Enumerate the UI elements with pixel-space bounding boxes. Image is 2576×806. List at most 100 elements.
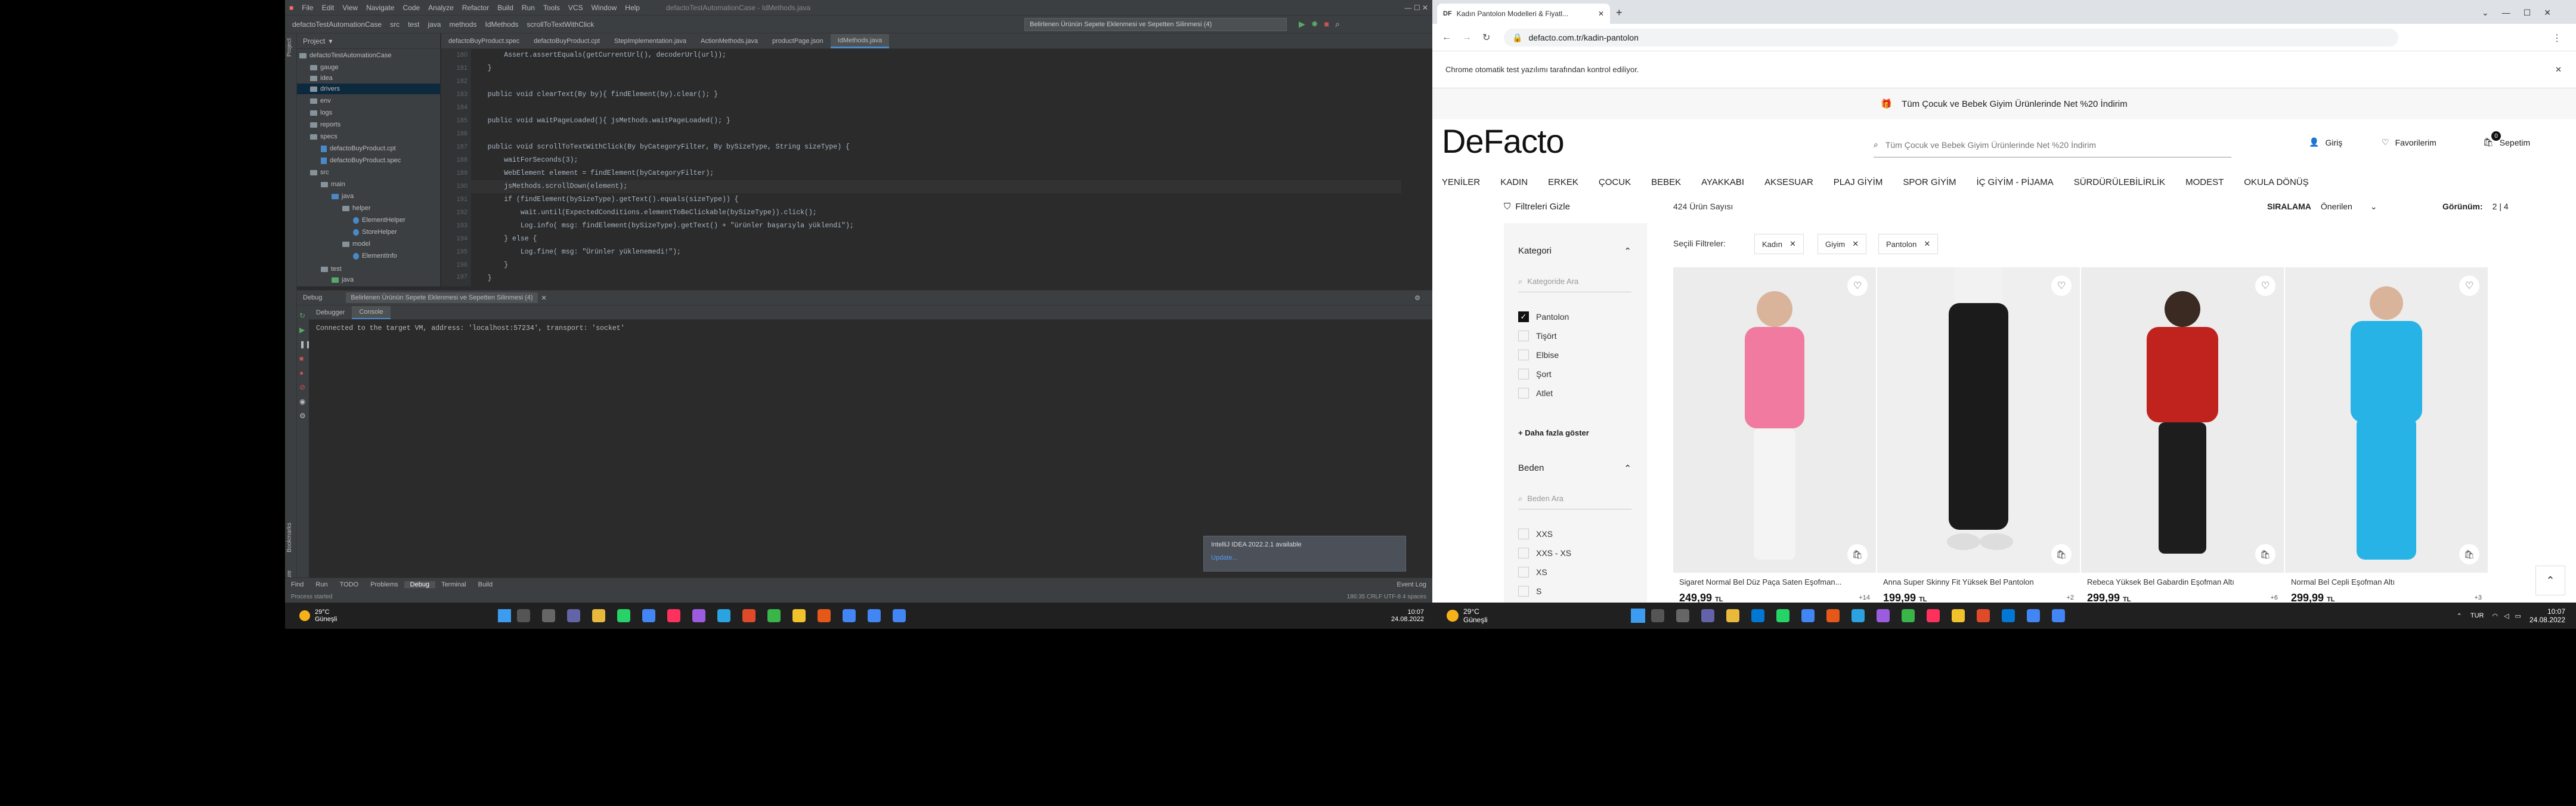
intellij-icon[interactable] <box>1926 609 1940 622</box>
chrome-icon[interactable] <box>1801 609 1815 622</box>
clock[interactable]: 10:07 24.08.2022 <box>2529 607 2565 624</box>
crumb[interactable]: defactoTestAutomationCase <box>292 20 382 29</box>
add-to-cart-icon[interactable]: 🛍 <box>2255 544 2275 564</box>
product-image[interactable]: ♡ 🛍 <box>2285 267 2488 573</box>
tab-debugger[interactable]: Debugger <box>309 309 352 316</box>
crumb[interactable]: methods <box>449 20 476 29</box>
app-icon[interactable] <box>1901 609 1915 622</box>
event-log[interactable]: Event Log <box>1391 581 1432 588</box>
nav-item[interactable]: MODEST <box>2185 177 2224 187</box>
tool-terminal[interactable]: Terminal <box>435 581 472 588</box>
product-name[interactable]: Rebeca Yüksek Bel Gabardin Eşofman Altı <box>2087 578 2278 586</box>
close-icon[interactable]: ✕ <box>1852 239 1859 249</box>
editor-tab[interactable]: ActionMethods.java <box>693 34 765 48</box>
crumb[interactable]: scrollToTextWithClick <box>527 20 595 29</box>
tab-console[interactable]: Console <box>352 305 391 319</box>
tree-item[interactable]: defactoBuyProduct.cpt <box>321 143 396 154</box>
crumb[interactable]: java <box>428 20 441 29</box>
checkbox[interactable] <box>1518 529 1529 539</box>
size-option[interactable]: XS <box>1518 567 1547 578</box>
category-option[interactable]: Elbise <box>1518 350 1559 360</box>
project-tool-tab[interactable]: Project <box>286 38 296 57</box>
chrome-icon[interactable] <box>2051 609 2065 622</box>
menu-edit[interactable]: Edit <box>318 4 339 12</box>
update-notification[interactable]: IntelliJ IDEA 2022.2.1 available Update.… <box>1203 536 1406 572</box>
rerun-icon[interactable]: ↻ <box>299 311 306 320</box>
chat-icon[interactable] <box>1701 609 1714 622</box>
tree-item[interactable]: main <box>321 179 345 190</box>
nav-item[interactable]: ÇOCUK <box>1599 177 1631 187</box>
tool-run[interactable]: Run <box>309 581 333 588</box>
app-icon[interactable] <box>1976 609 1990 622</box>
tree-item[interactable]: test <box>321 264 342 274</box>
gear-icon[interactable]: ⚙ <box>1414 294 1420 302</box>
editor-tab[interactable]: productPage.json <box>765 34 831 48</box>
product-name[interactable]: Sigaret Normal Bel Düz Paça Saten Eşofma… <box>1679 578 1870 586</box>
tree-item[interactable]: env <box>310 95 331 106</box>
checkbox[interactable] <box>1518 369 1529 379</box>
start-icon[interactable] <box>1630 609 1645 623</box>
chrome-icon[interactable] <box>642 609 656 622</box>
product-card[interactable]: ♡ 🛍 Anna Super Skinny Fit Yüksek Bel Pan… <box>1877 267 2080 604</box>
tree-item[interactable]: defactoBuyProduct.spec <box>321 155 401 166</box>
volume-icon[interactable]: ◁ <box>2504 612 2509 620</box>
stop-icon[interactable]: ■ <box>1324 19 1335 29</box>
checkbox[interactable] <box>1518 586 1529 597</box>
app-icon[interactable] <box>818 609 831 622</box>
project-label[interactable]: Project <box>303 37 325 45</box>
settings-icon[interactable]: ⚙ <box>299 412 306 420</box>
window-controls[interactable]: ⌄—☐✕ <box>2482 8 2564 18</box>
explorer-icon[interactable] <box>1726 609 1739 622</box>
start-icon[interactable] <box>498 609 512 622</box>
nav-item[interactable]: OKULA DÖNÜŞ <box>2244 177 2308 187</box>
product-name[interactable]: Normal Bel Cepli Eşofman Altı <box>2291 578 2482 586</box>
tree-item[interactable]: src <box>310 167 329 178</box>
app-icon[interactable] <box>792 609 806 622</box>
menu-file[interactable]: File <box>298 4 317 12</box>
checkbox[interactable] <box>1518 350 1529 360</box>
nav-item[interactable]: SÜRDÜRÜLEBİLİRLİK <box>2074 177 2165 187</box>
chrome-icon[interactable] <box>843 609 856 622</box>
chrome-icon[interactable] <box>893 609 906 622</box>
search-icon[interactable] <box>517 609 531 622</box>
show-more-link[interactable]: + Daha fazla göster <box>1518 428 1589 437</box>
size-title[interactable]: Beden ⌃ <box>1518 463 1631 474</box>
language-indicator[interactable]: TUR <box>2470 612 2484 619</box>
tree-item[interactable]: ElementInfo <box>353 251 397 261</box>
checkbox[interactable] <box>1518 548 1529 558</box>
product-name[interactable]: Anna Super Skinny Fit Yüksek Bel Pantolo… <box>1883 578 2074 586</box>
tree-item[interactable]: specs <box>310 131 338 142</box>
tree-item[interactable]: idea <box>310 73 333 84</box>
task-view-icon[interactable] <box>542 609 556 622</box>
favorite-heart-icon[interactable]: ♡ <box>1847 276 1868 296</box>
cart-link[interactable]: 🛍 Sepetim 0 <box>2483 131 2530 147</box>
menu-build[interactable]: Build <box>493 4 518 12</box>
tree-item[interactable]: defactoTestAutomationCase <box>299 50 392 61</box>
app-icon[interactable] <box>717 609 731 622</box>
add-to-cart-icon[interactable]: 🛍 <box>2051 544 2072 564</box>
nav-item[interactable]: BEBEK <box>1651 177 1681 187</box>
window-controls[interactable]: — ☐ ✕ <box>1401 4 1432 12</box>
close-icon[interactable]: ✕ <box>1924 239 1930 249</box>
chevron-up-icon[interactable]: ⌃ <box>2457 612 2462 620</box>
menu-vcs[interactable]: VCS <box>564 4 587 12</box>
url-bar[interactable]: 🔒 defacto.com.tr/kadin-pantolon <box>1504 29 2398 47</box>
app-icon[interactable] <box>767 609 781 622</box>
login-link[interactable]: 👤 Giriş <box>2309 137 2342 147</box>
close-icon[interactable]: ✕ <box>1598 10 1604 18</box>
tree-item[interactable]: java <box>332 191 354 202</box>
crumb[interactable]: IdMethods <box>485 20 518 29</box>
close-icon[interactable]: ✕ <box>2555 65 2562 75</box>
checkbox[interactable] <box>1518 388 1529 399</box>
hide-filters-button[interactable]: ⛉ Filtreleri Gizle <box>1504 202 1570 212</box>
camera-icon[interactable]: ◉ <box>299 397 306 406</box>
sort-control[interactable]: SIRALAMA Önerilen ⌄ <box>2267 202 2377 212</box>
category-option[interactable]: Atlet <box>1518 388 1553 399</box>
checkbox[interactable] <box>1518 331 1529 341</box>
promo-banner[interactable]: 🎁 Tüm Çocuk ve Bebek Giyim Ürünlerinde N… <box>1432 88 2576 119</box>
menu-tools[interactable]: Tools <box>539 4 564 12</box>
chrome-icon[interactable] <box>2026 609 2040 622</box>
product-image[interactable]: ♡ 🛍 <box>2081 267 2284 573</box>
view-toggle[interactable]: Görünüm: 2 | 4 <box>2442 202 2509 211</box>
tree-item[interactable]: ElementHelper <box>353 215 405 226</box>
